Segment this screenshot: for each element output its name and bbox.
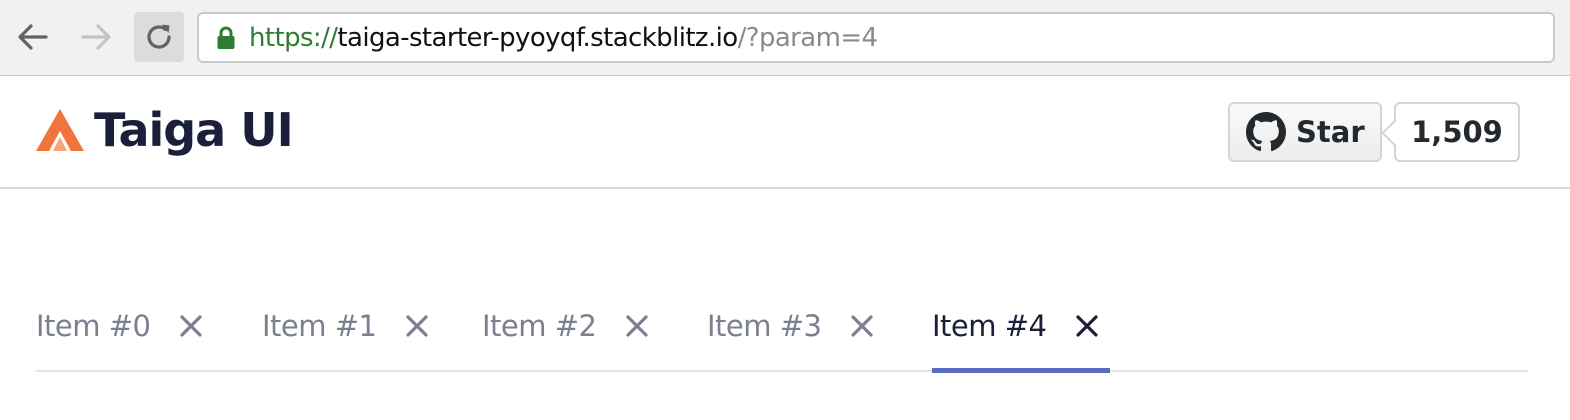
url-host: taiga-starter-pyoyqf.stackblitz.io <box>337 22 738 53</box>
tab-label: Item #4 <box>932 309 1047 343</box>
tab-label: Item #2 <box>482 309 597 343</box>
reload-button[interactable] <box>134 12 184 62</box>
tab-label: Item #0 <box>36 309 151 343</box>
address-bar[interactable]: https://taiga-starter-pyoyqf.stackblitz.… <box>197 12 1555 63</box>
tab-item-1[interactable]: Item #1 <box>262 280 430 372</box>
close-icon[interactable] <box>624 313 650 339</box>
arrow-right-icon <box>81 24 111 50</box>
close-icon[interactable] <box>178 313 204 339</box>
browser-toolbar: https://taiga-starter-pyoyqf.stackblitz.… <box>0 0 1570 76</box>
star-count[interactable]: 1,509 <box>1394 102 1520 162</box>
url-text[interactable]: https://taiga-starter-pyoyqf.stackblitz.… <box>249 22 878 53</box>
tab-item-3[interactable]: Item #3 <box>707 280 875 372</box>
close-icon[interactable] <box>404 313 430 339</box>
url-scheme: https:// <box>249 22 338 53</box>
github-star-button[interactable]: Star <box>1228 102 1382 162</box>
close-icon[interactable] <box>849 313 875 339</box>
logo-text: Taiga UI <box>94 103 294 157</box>
tab-item-4[interactable]: Item #4 <box>932 280 1100 372</box>
arrow-left-icon <box>18 24 48 50</box>
tab-item-0[interactable]: Item #0 <box>36 280 204 372</box>
reload-icon <box>147 24 171 49</box>
app-header: Taiga UI Star 1,509 <box>0 77 1570 189</box>
lock-icon <box>215 26 237 50</box>
close-icon[interactable] <box>1074 313 1100 339</box>
github-icon <box>1246 112 1286 152</box>
logo[interactable]: Taiga UI <box>34 103 294 157</box>
active-tab-indicator <box>932 368 1110 373</box>
forward-button[interactable] <box>71 12 121 62</box>
url-path: /?param=4 <box>737 22 878 53</box>
tab-item-2[interactable]: Item #2 <box>482 280 650 372</box>
back-button[interactable] <box>8 12 58 62</box>
tab-label: Item #3 <box>707 309 822 343</box>
tab-label: Item #1 <box>262 309 377 343</box>
tabs-bar: Item #0 Item #1 Item #2 Item #3 Item #4 <box>36 280 1528 373</box>
taiga-logo-icon <box>36 109 84 151</box>
star-label: Star <box>1296 115 1365 149</box>
